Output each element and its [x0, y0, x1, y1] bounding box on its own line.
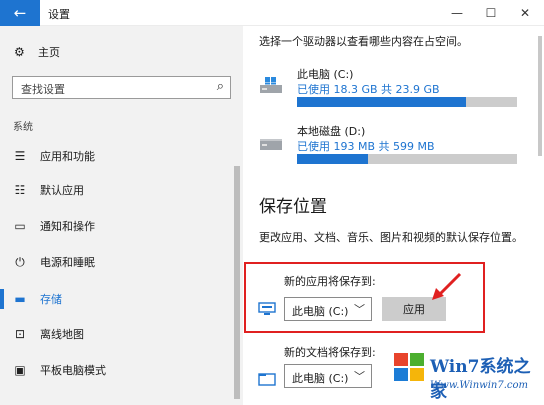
save-locations-heading: 保存位置	[259, 197, 327, 217]
new-docs-location-select[interactable]: 此电脑 (C:) ﹀	[284, 364, 372, 388]
power-icon: ⏻	[15, 254, 25, 269]
select-drive-text: 选择一个驱动器以查看哪些内容在占空间。	[259, 35, 468, 48]
drive-d-item[interactable]: 本地磁盘 (D:) 已使用 193 MB 共 599 MB	[259, 123, 521, 173]
storage-icon: ▬	[14, 292, 26, 306]
sidebar-item-label: 离线地图	[40, 328, 84, 341]
drive-c-item[interactable]: 此电脑 (C:) 已使用 18.3 GB 共 23.9 GB	[259, 66, 521, 116]
sidebar-item-label: 平板电脑模式	[40, 364, 106, 377]
minimize-button[interactable]: —	[440, 0, 474, 26]
sidebar-item-tablet-mode[interactable]: ▣ 平板电脑模式	[0, 356, 228, 384]
select-value: 此电脑 (C:)	[292, 305, 349, 318]
main-content: 选择一个驱动器以查看哪些内容在占空间。 此电脑 (C:) 已使用 18.3 GB…	[243, 26, 544, 405]
drive-usage-bar	[297, 97, 517, 107]
drive-usage-bar	[297, 154, 517, 164]
title-bar: ← 设置 — ☐ ✕	[0, 0, 544, 26]
sidebar: ⚙ 主页 查找设置 ⌕ 系统 ☰ 应用和功能 ☷ 默认应用 ▭ 通知和操作 ⏻ …	[0, 26, 243, 405]
apply-label: 应用	[403, 303, 425, 316]
new-apps-location-select[interactable]: 此电脑 (C:) ﹀	[284, 297, 372, 321]
main-scrollbar[interactable]	[538, 36, 542, 156]
chevron-down-icon: ﹀	[354, 370, 365, 383]
sidebar-scrollbar[interactable]	[234, 166, 240, 399]
sidebar-item-label: 存储	[40, 293, 62, 306]
watermark: Win7系统之家 Www.Winwin7.com	[392, 350, 542, 402]
tablet-icon: ▣	[14, 363, 26, 377]
sidebar-item-notifications[interactable]: ▭ 通知和操作	[0, 212, 228, 240]
new-docs-label: 新的文档将保存到:	[284, 346, 376, 359]
chevron-down-icon: ﹀	[354, 303, 365, 316]
home-label: 主页	[38, 46, 60, 59]
sidebar-item-apps-features[interactable]: ☰ 应用和功能	[0, 142, 228, 170]
sidebar-item-offline-maps[interactable]: ⊡ 离线地图	[0, 320, 228, 348]
sidebar-item-storage[interactable]: ▬ 存储	[0, 285, 228, 313]
drive-usage: 已使用 18.3 GB 共 23.9 GB	[297, 83, 440, 96]
notification-icon: ▭	[14, 219, 26, 233]
drive-name: 此电脑 (C:)	[297, 68, 354, 81]
watermark-url: Www.Winwin7.com	[430, 380, 528, 391]
close-icon: ✕	[519, 6, 531, 20]
sidebar-item-default-apps[interactable]: ☷ 默认应用	[0, 176, 228, 204]
window-title: 设置	[48, 8, 70, 21]
drive-usage-fill	[297, 154, 368, 164]
sidebar-item-label: 通知和操作	[40, 220, 95, 233]
maximize-icon: ☐	[485, 6, 497, 20]
maximize-button[interactable]: ☐	[474, 0, 508, 26]
sidebar-item-power-sleep[interactable]: ⏻ 电源和睡眠	[0, 248, 228, 276]
new-apps-label: 新的应用将保存到:	[284, 275, 376, 288]
section-heading: 系统	[13, 122, 33, 133]
annotation-arrow-icon	[432, 272, 462, 300]
sidebar-item-label: 默认应用	[40, 184, 84, 197]
minimize-icon: —	[451, 6, 463, 20]
default-apps-icon: ☷	[14, 183, 26, 197]
list-icon: ☰	[14, 149, 26, 163]
watermark-brand: Win7系统之家	[430, 357, 531, 402]
windows-drive-icon	[260, 77, 282, 93]
map-icon: ⊡	[14, 327, 26, 341]
select-value: 此电脑 (C:)	[292, 372, 349, 385]
drive-name: 本地磁盘 (D:)	[297, 125, 366, 138]
close-button[interactable]: ✕	[508, 0, 542, 26]
monitor-icon	[258, 302, 276, 315]
drive-usage: 已使用 193 MB 共 599 MB	[297, 140, 435, 153]
search-placeholder: 查找设置	[21, 83, 65, 96]
sidebar-item-label: 应用和功能	[40, 150, 95, 163]
sidebar-item-label: 电源和睡眠	[40, 256, 95, 269]
back-arrow-icon: ←	[13, 4, 27, 22]
win7-logo-icon	[394, 353, 424, 381]
folder-icon	[258, 373, 276, 386]
save-locations-description: 更改应用、文档、音乐、图片和视频的默认保存位置。	[259, 231, 523, 244]
hard-drive-icon	[260, 139, 282, 150]
home-nav-item[interactable]: ⚙ 主页	[14, 44, 60, 60]
search-input[interactable]: 查找设置 ⌕	[12, 76, 231, 99]
drive-usage-fill	[297, 97, 466, 107]
gear-icon: ⚙	[14, 45, 25, 59]
search-icon: ⌕	[216, 79, 224, 94]
back-button[interactable]: ←	[0, 0, 40, 26]
